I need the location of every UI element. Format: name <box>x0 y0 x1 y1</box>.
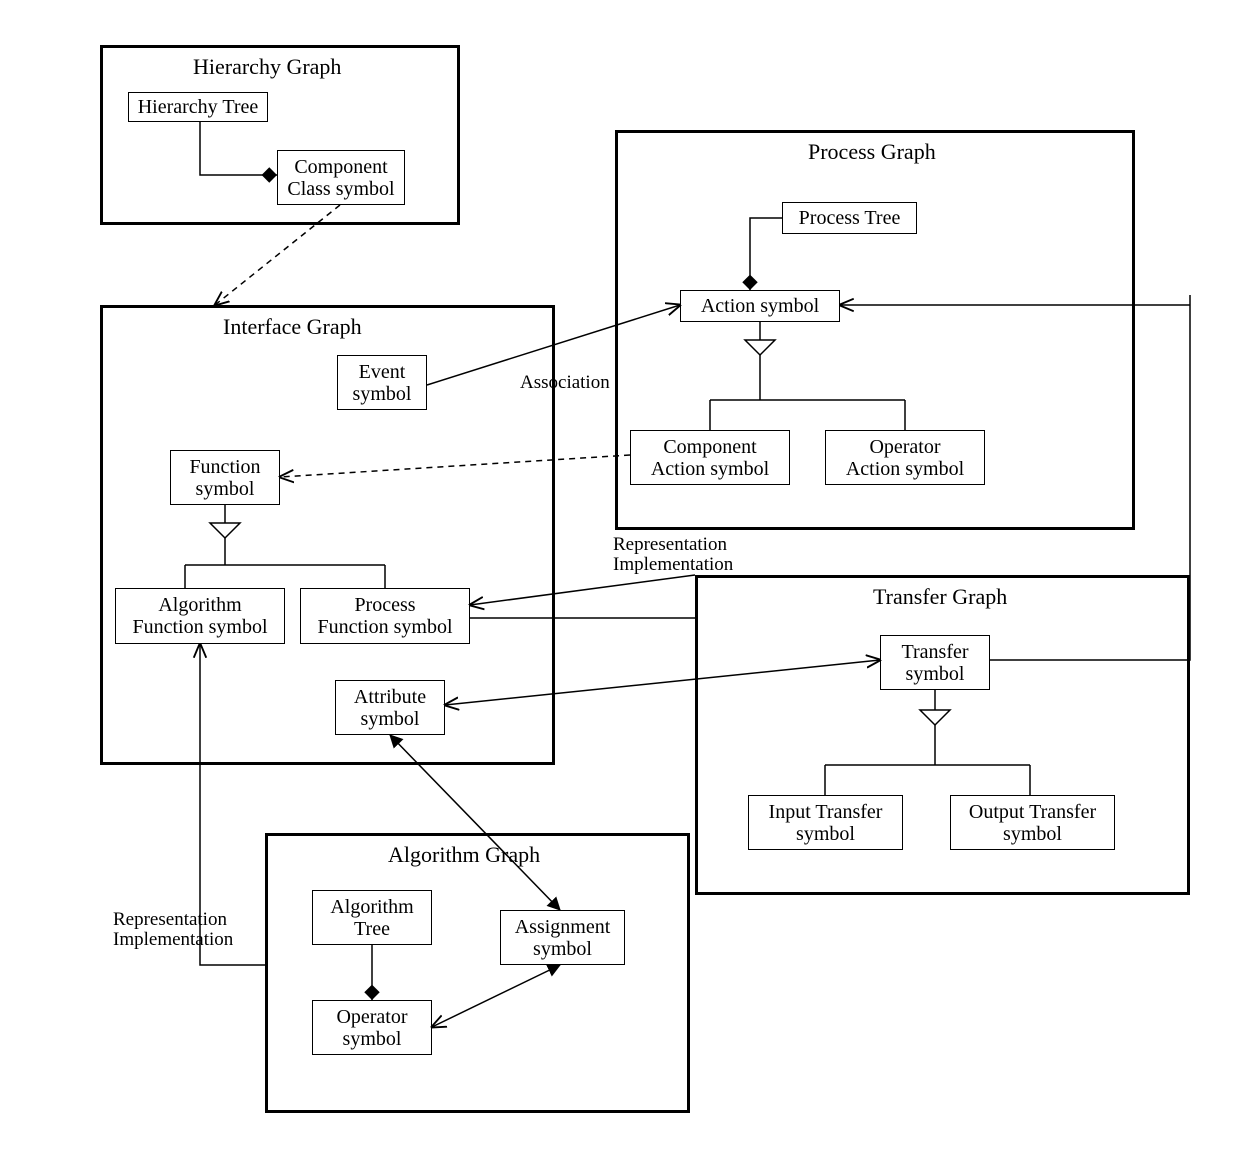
box-attribute-symbol: Attributesymbol <box>335 680 445 735</box>
box-operator-symbol: Operatorsymbol <box>312 1000 432 1055</box>
group-transfer-title: Transfer Graph <box>873 584 1007 610</box>
box-hierarchy-tree: Hierarchy Tree <box>128 92 268 122</box>
box-output-transfer: Output Transfersymbol <box>950 795 1115 850</box>
box-algorithm-function: AlgorithmFunction symbol <box>115 588 285 644</box>
box-assignment-symbol: Assignmentsymbol <box>500 910 625 965</box>
label-rep-impl-algorithm: RepresentationImplementation <box>113 910 233 950</box>
label-association: Association <box>520 373 610 393</box>
box-component-class: ComponentClass symbol <box>277 150 405 205</box>
box-component-action: ComponentAction symbol <box>630 430 790 485</box>
group-algorithm: Algorithm Graph <box>265 833 690 1113</box>
box-process-tree: Process Tree <box>782 202 917 234</box>
box-process-function: ProcessFunction symbol <box>300 588 470 644</box>
box-operator-action: OperatorAction symbol <box>825 430 985 485</box>
box-algorithm-tree: AlgorithmTree <box>312 890 432 945</box>
box-action-symbol: Action symbol <box>680 290 840 322</box>
diagram-canvas: Hierarchy Graph Hierarchy Tree Component… <box>0 0 1240 1151</box>
box-transfer-symbol: Transfersymbol <box>880 635 990 690</box>
group-interface: Interface Graph <box>100 305 555 765</box>
group-interface-title: Interface Graph <box>223 314 362 340</box>
group-process-title: Process Graph <box>808 139 936 165</box>
box-input-transfer: Input Transfersymbol <box>748 795 903 850</box>
group-hierarchy-title: Hierarchy Graph <box>193 54 341 80</box>
group-algorithm-title: Algorithm Graph <box>388 842 540 868</box>
box-event-symbol: Eventsymbol <box>337 355 427 410</box>
box-function-symbol: Functionsymbol <box>170 450 280 505</box>
label-rep-impl-process: RepresentationImplementation <box>613 535 733 575</box>
